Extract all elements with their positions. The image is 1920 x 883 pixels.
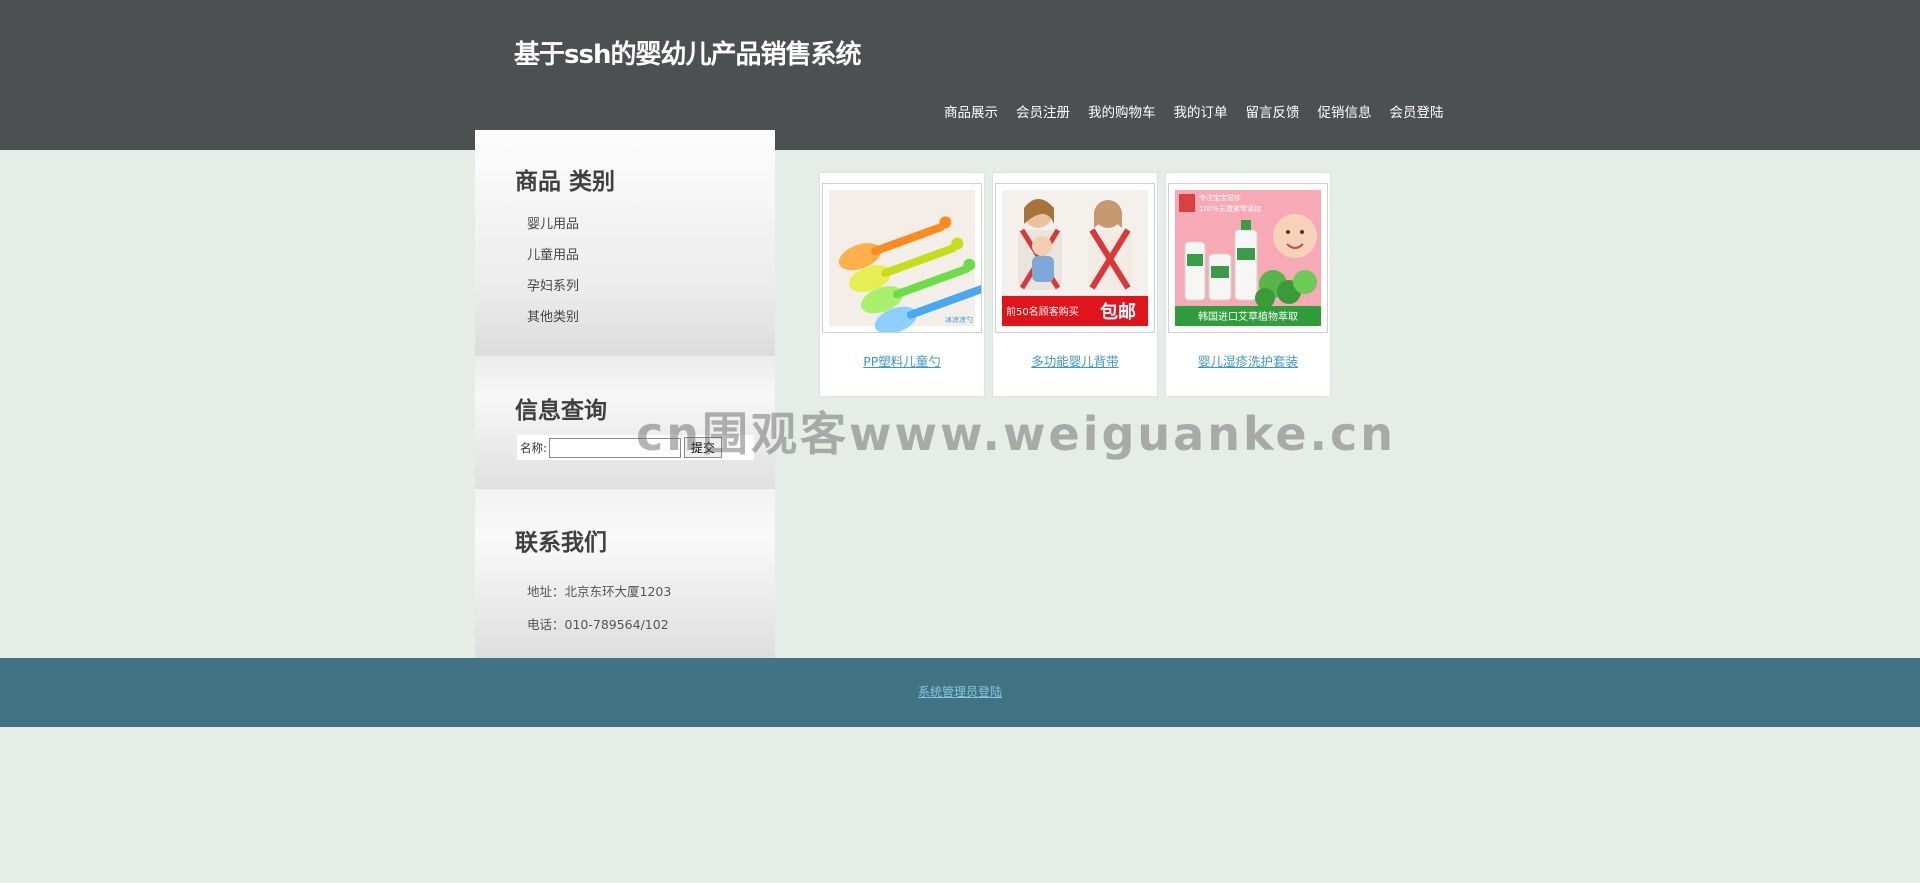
nav-item-products[interactable]: 商品展示: [944, 101, 998, 121]
site-header: 基于ssh的婴幼儿产品销售系统 商品展示 会员注册 我的购物车 我的订单 留言反…: [0, 0, 1920, 150]
svg-text:包邮: 包邮: [1100, 301, 1136, 323]
search-submit-button[interactable]: 提交: [683, 437, 722, 458]
category-item-baby[interactable]: 婴儿用品: [527, 216, 579, 247]
svg-text:韩国进口艾草植物萃取: 韩国进口艾草植物萃取: [1198, 310, 1298, 323]
contact-phone: 电话：010-789564/102: [527, 617, 669, 632]
search-name-label: 名称:: [520, 440, 547, 455]
nav-item-promotions[interactable]: 促销信息: [1318, 101, 1372, 121]
search-panel: 信息查询 名称: 提交: [475, 356, 775, 489]
category-list: 婴儿用品 儿童用品 孕妇系列 其他类别: [527, 216, 579, 340]
category-item-other[interactable]: 其他类别: [527, 309, 579, 340]
admin-login-link[interactable]: 系统管理员登陆: [0, 683, 1920, 700]
product-name-link[interactable]: 婴儿湿疹洗护套装: [1166, 351, 1330, 370]
contact-panel: 联系我们 地址：北京东环大厦1203 电话：010-789564/102: [475, 489, 775, 658]
category-panel: 商品 类别 婴儿用品 儿童用品 孕妇系列 其他类别: [475, 130, 775, 356]
nav-item-feedback[interactable]: 留言反馈: [1246, 101, 1300, 121]
contact-title: 联系我们: [515, 530, 607, 556]
search-form: 名称: 提交: [517, 435, 754, 460]
contact-address: 地址：北京东环大厦1203: [527, 584, 672, 599]
svg-text:专注宝宝湿疹: 专注宝宝湿疹: [1199, 193, 1241, 202]
category-item-maternity[interactable]: 孕妇系列: [527, 278, 579, 309]
category-item-children[interactable]: 儿童用品: [527, 247, 579, 278]
category-title: 商品 类别: [515, 169, 616, 195]
nav-item-login[interactable]: 会员登陆: [1390, 101, 1444, 121]
svg-text:冰凉凉勺: 冰凉凉勺: [945, 315, 973, 324]
svg-text:100%无激素零添加: 100%无激素零添加: [1199, 204, 1261, 213]
site-title: 基于ssh的婴幼儿产品销售系统: [514, 40, 861, 70]
search-name-input[interactable]: [548, 437, 681, 458]
product-image-care-set[interactable]: 专注宝宝湿疹 100%无激素零添加 韩国进口艾草植物萃取: [1168, 183, 1328, 333]
product-card: 专注宝宝湿疹 100%无激素零添加 韩国进口艾草植物萃取 婴儿湿疹洗护套装: [1165, 172, 1331, 397]
product-image-baby-carrier[interactable]: 前50名顾客购买 包邮: [995, 183, 1155, 333]
site-footer: 系统管理员登陆: [0, 658, 1920, 727]
nav-item-orders[interactable]: 我的订单: [1174, 101, 1228, 121]
product-name-link[interactable]: 多功能婴儿背带: [993, 351, 1157, 370]
product-grid: 冰凉凉勺 PP塑料儿童勺 前50名顾客购买 包邮 多功能婴儿背带 专注宝宝湿疹 …: [819, 172, 1331, 397]
search-title: 信息查询: [515, 398, 607, 424]
nav-item-register[interactable]: 会员注册: [1016, 101, 1070, 121]
product-card: 前50名顾客购买 包邮 多功能婴儿背带: [992, 172, 1158, 397]
main-nav: 商品展示 会员注册 我的购物车 我的订单 留言反馈 促销信息 会员登陆: [944, 101, 1462, 121]
nav-item-cart[interactable]: 我的购物车: [1088, 101, 1156, 121]
product-name-link[interactable]: PP塑料儿童勺: [820, 351, 984, 370]
sidebar: 商品 类别 婴儿用品 儿童用品 孕妇系列 其他类别 信息查询 名称: 提交 联系…: [475, 130, 775, 658]
product-card: 冰凉凉勺 PP塑料儿童勺: [819, 172, 985, 397]
svg-text:前50名顾客购买: 前50名顾客购买: [1006, 305, 1079, 318]
product-image-spoon[interactable]: 冰凉凉勺: [822, 183, 982, 333]
